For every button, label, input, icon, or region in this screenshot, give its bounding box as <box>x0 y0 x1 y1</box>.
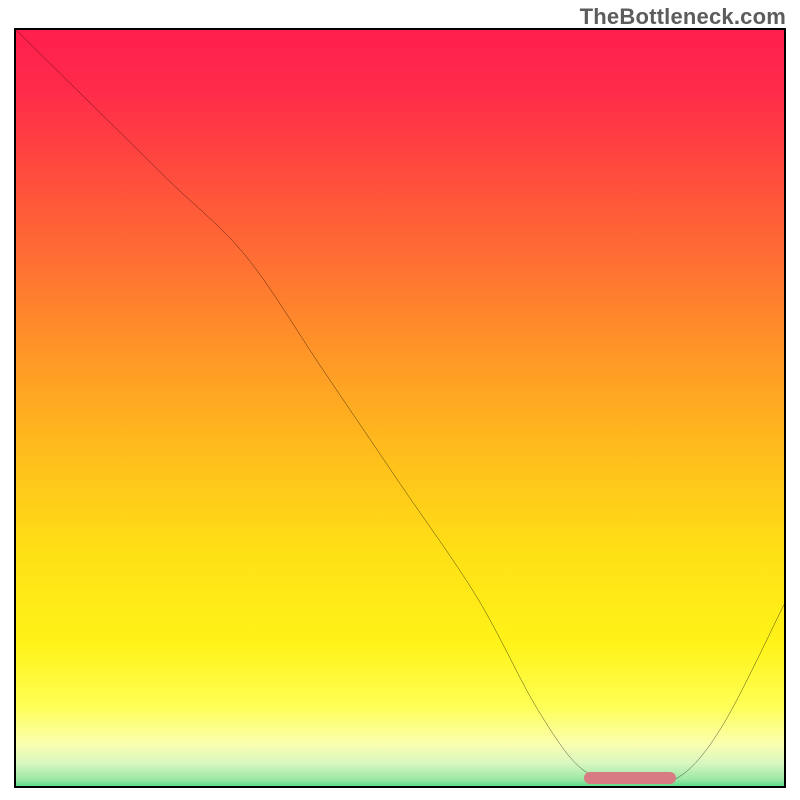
optimal-range-marker <box>584 772 676 784</box>
bottleneck-curve <box>16 30 784 786</box>
chart-frame <box>14 28 786 788</box>
attribution-text: TheBottleneck.com <box>580 4 786 30</box>
